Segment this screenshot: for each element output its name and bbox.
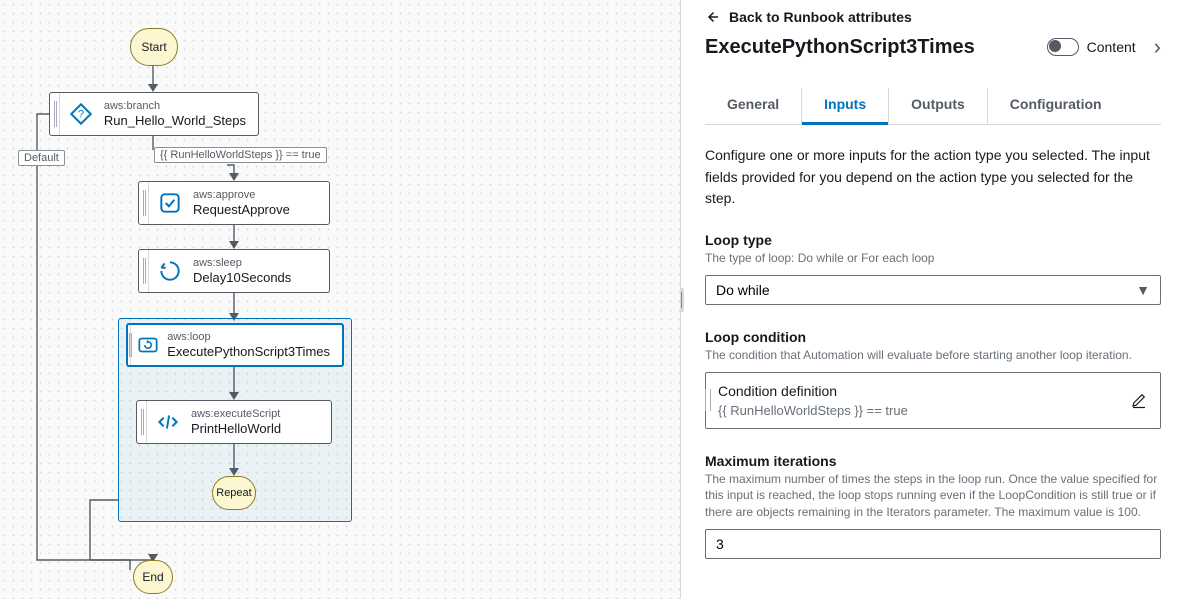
back-label: Back to Runbook attributes: [729, 9, 912, 25]
end-node[interactable]: End: [133, 560, 173, 594]
tab-inputs[interactable]: Inputs: [801, 88, 888, 124]
repeat-label: Repeat: [216, 487, 251, 499]
tab-outputs[interactable]: Outputs: [888, 88, 987, 124]
condition-expression: {{ RunHelloWorldSteps }} == true: [718, 403, 1148, 418]
drag-handle[interactable]: [50, 93, 60, 135]
node-branch[interactable]: ? aws:branch Run_Hello_World_Steps: [49, 92, 259, 136]
code-icon: [151, 405, 185, 439]
drag-handle[interactable]: [705, 389, 711, 411]
condition-title: Condition definition: [718, 383, 1148, 399]
properties-panel: Back to Runbook attributes ExecutePython…: [680, 0, 1185, 599]
branch-icon: ?: [64, 97, 98, 131]
page-title: ExecutePythonScript3Times: [705, 36, 975, 59]
loop-type-value: Do while: [716, 282, 770, 298]
edge-label-default: Default: [18, 150, 65, 166]
loop-icon: [135, 328, 161, 362]
condition-card[interactable]: Condition definition {{ RunHelloWorldSte…: [705, 372, 1161, 429]
node-type: aws:loop: [167, 331, 330, 343]
svg-text:?: ?: [78, 108, 84, 120]
tabs: General Inputs Outputs Configuration: [705, 88, 1161, 125]
node-type: aws:executeScript: [191, 408, 281, 420]
toggle-switch[interactable]: [1047, 38, 1079, 56]
loop-type-help: The type of loop: Do while or For each l…: [705, 250, 1161, 267]
back-link[interactable]: Back to Runbook attributes: [703, 8, 912, 26]
workflow-canvas[interactable]: Start Default {{ RunHelloWorldSteps }} =…: [0, 0, 680, 599]
caret-down-icon: ▼: [1136, 282, 1150, 298]
inputs-description: Configure one or more inputs for the act…: [705, 145, 1161, 210]
node-name: RequestApprove: [193, 202, 290, 217]
start-label: Start: [141, 40, 166, 54]
loop-type-select[interactable]: Do while ▼: [705, 275, 1161, 305]
edit-icon[interactable]: [1130, 391, 1148, 409]
approve-icon: [153, 186, 187, 220]
start-node[interactable]: Start: [130, 28, 178, 66]
arrow-left-icon: [703, 8, 721, 26]
tab-configuration[interactable]: Configuration: [987, 88, 1124, 124]
panel-resizer[interactable]: [680, 288, 684, 312]
max-iterations-help: The maximum number of times the steps in…: [705, 471, 1161, 521]
max-iterations-label: Maximum iterations: [705, 453, 1161, 469]
content-toggle[interactable]: Content: [1047, 38, 1136, 56]
node-name: Delay10Seconds: [193, 270, 291, 285]
tab-general[interactable]: General: [705, 88, 801, 124]
node-loop[interactable]: aws:loop ExecutePythonScript3Times: [126, 323, 344, 367]
drag-handle[interactable]: [139, 182, 149, 224]
drag-handle[interactable]: [137, 401, 147, 443]
node-name: ExecutePythonScript3Times: [167, 344, 330, 359]
node-name: PrintHelloWorld: [191, 421, 281, 436]
end-label: End: [142, 570, 163, 584]
loop-type-label: Loop type: [705, 232, 1161, 248]
drag-handle[interactable]: [139, 250, 149, 292]
node-type: aws:sleep: [193, 257, 291, 269]
repeat-node[interactable]: Repeat: [212, 476, 256, 510]
sleep-icon: [153, 254, 187, 288]
edge-label-condition: {{ RunHelloWorldSteps }} == true: [154, 147, 327, 163]
node-script[interactable]: aws:executeScript PrintHelloWorld: [136, 400, 332, 444]
node-type: aws:branch: [104, 100, 246, 112]
chevron-right-icon[interactable]: ›: [1136, 34, 1161, 60]
node-approve[interactable]: aws:approve RequestApprove: [138, 181, 330, 225]
drag-handle[interactable]: [128, 325, 131, 365]
loop-condition-help: The condition that Automation will evalu…: [705, 347, 1161, 364]
node-name: Run_Hello_World_Steps: [104, 113, 246, 128]
toggle-label: Content: [1087, 39, 1136, 55]
node-type: aws:approve: [193, 189, 290, 201]
loop-condition-label: Loop condition: [705, 329, 1161, 345]
max-iterations-input[interactable]: [705, 529, 1161, 559]
node-sleep[interactable]: aws:sleep Delay10Seconds: [138, 249, 330, 293]
